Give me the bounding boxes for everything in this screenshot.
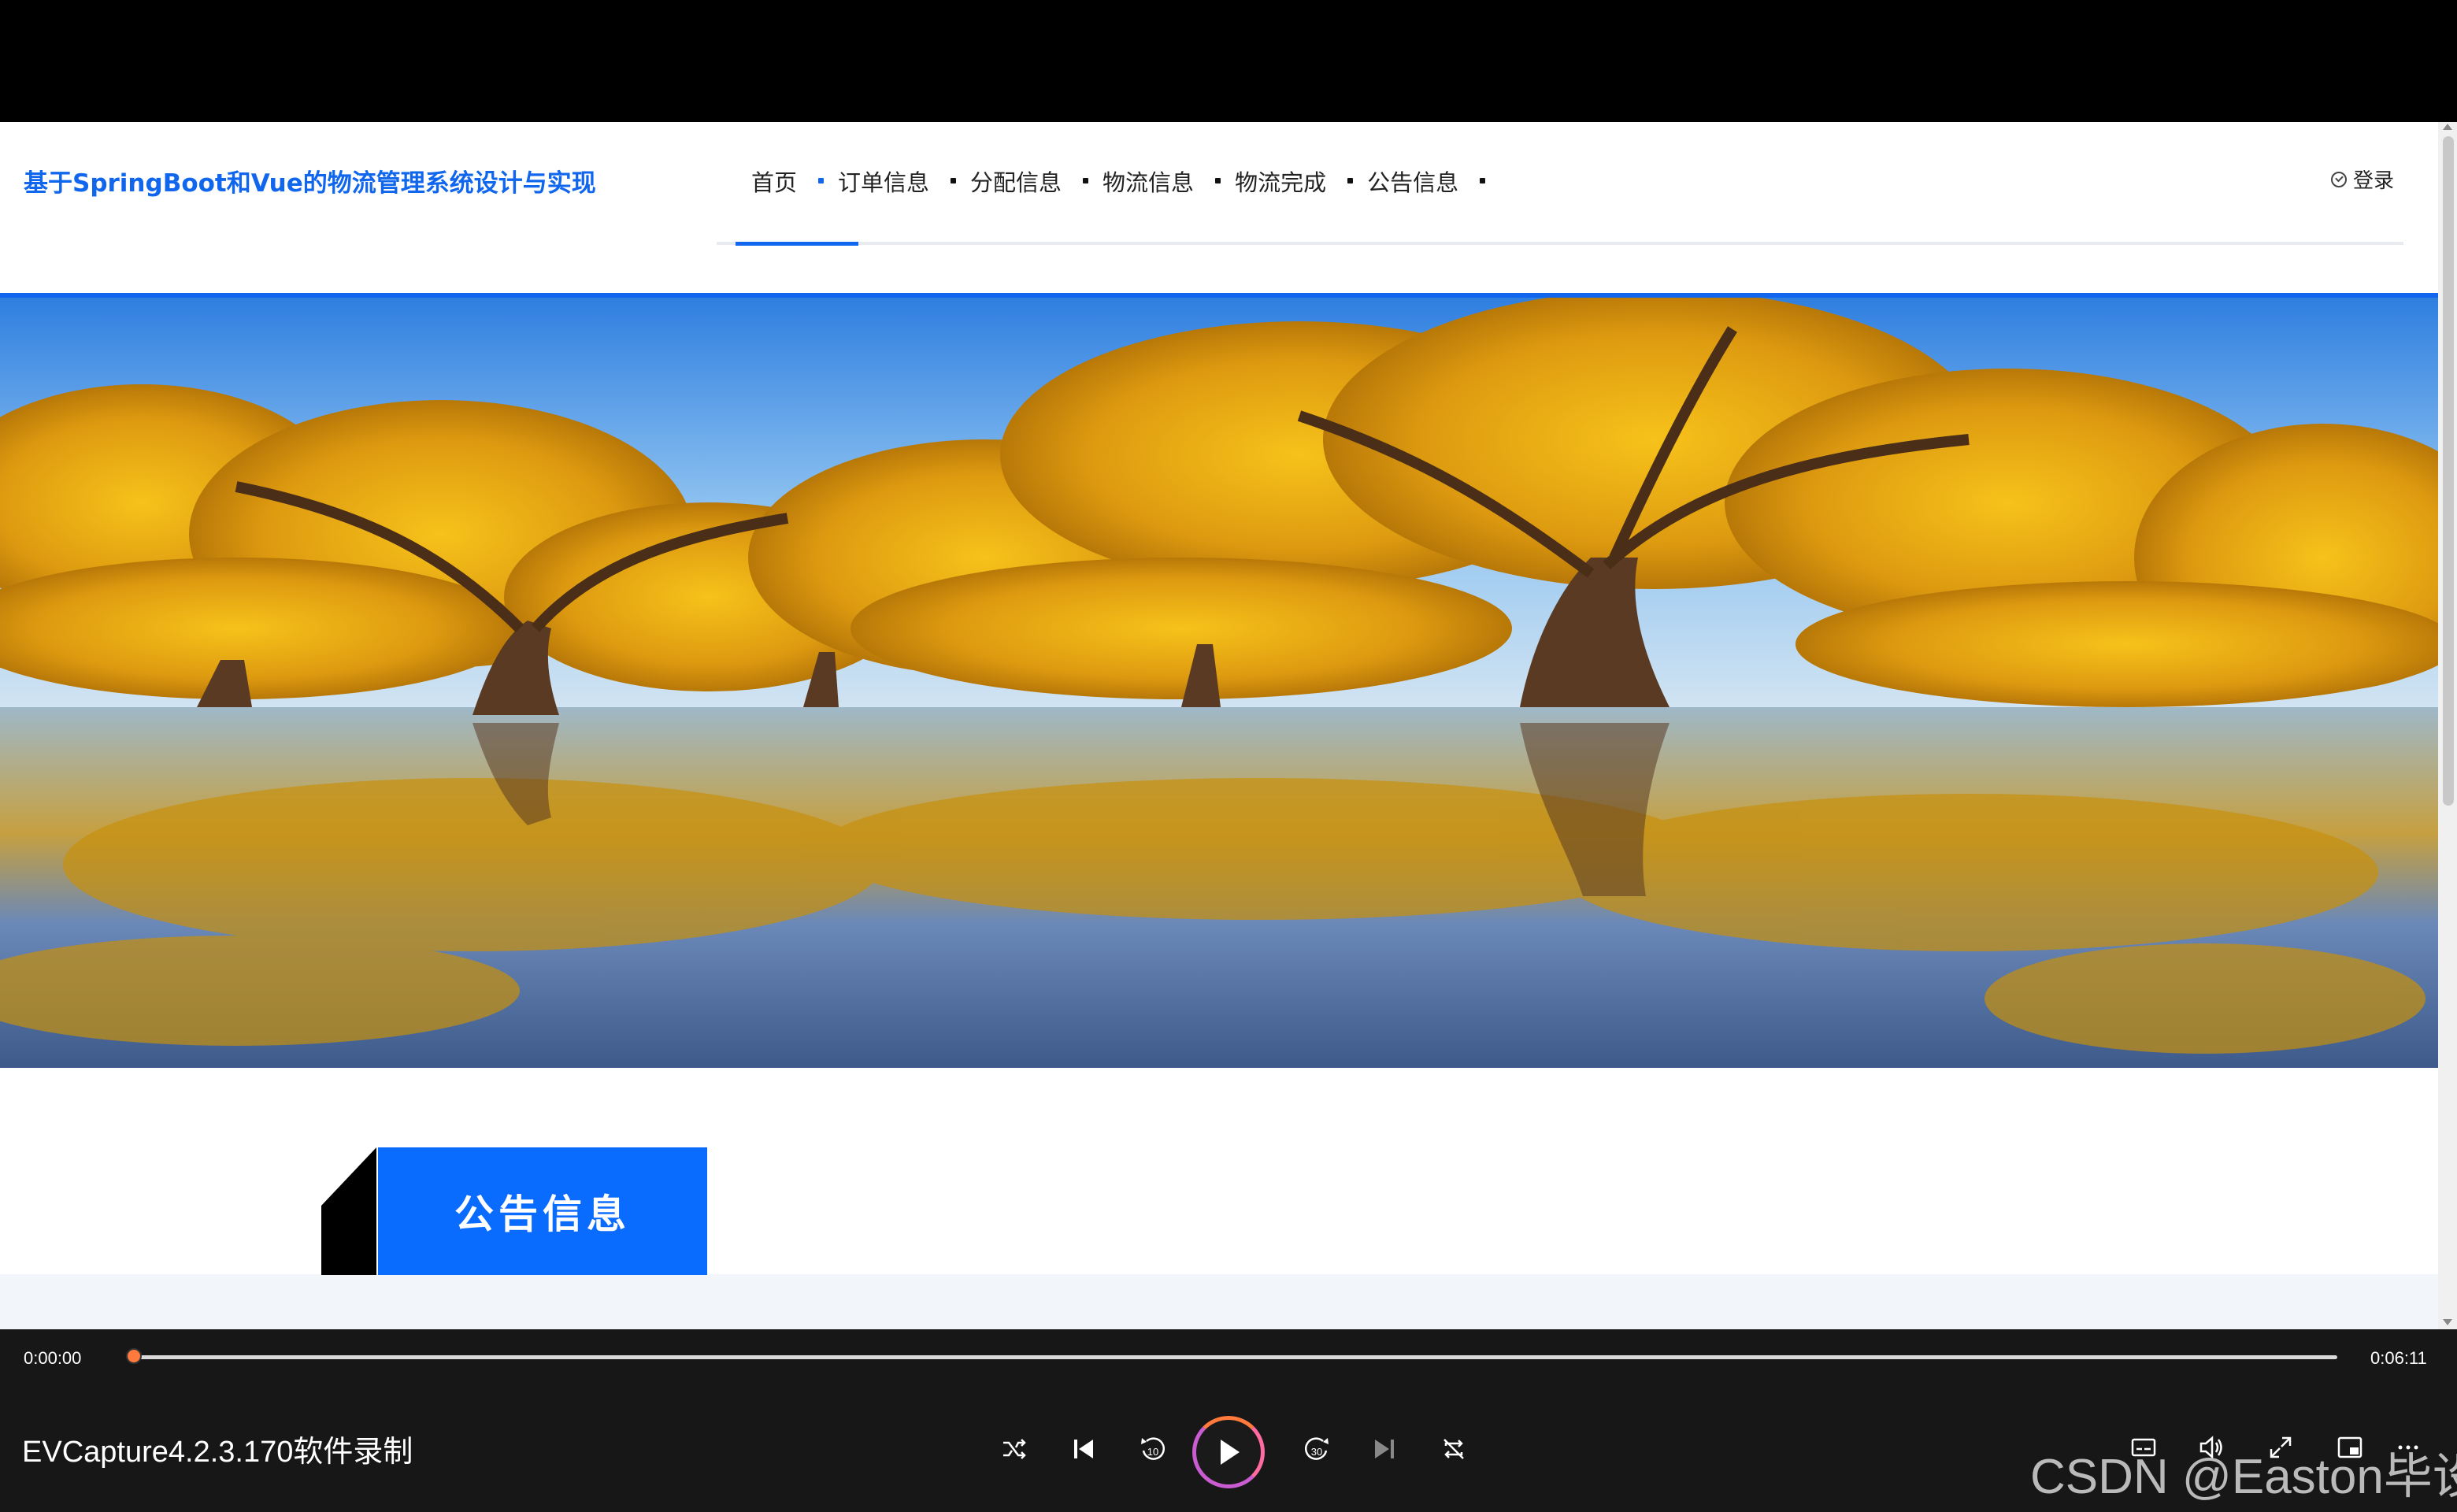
play-button[interactable] xyxy=(1192,1416,1265,1488)
scrollbar-thumb[interactable] xyxy=(2443,136,2454,806)
scroll-down-icon[interactable] xyxy=(2443,1319,2452,1325)
previous-button[interactable] xyxy=(1068,1433,1099,1465)
nav-label: 物流信息 xyxy=(1102,169,1195,196)
nav-underline-track xyxy=(717,242,2403,245)
page-scrollbar[interactable] xyxy=(2438,122,2457,1329)
svg-text:10: 10 xyxy=(1147,1446,1158,1458)
play-icon xyxy=(1221,1440,1240,1465)
media-player-bar: 0:00:00 0:06:11 EVCapture4.2.3.170软件录制 1… xyxy=(0,1329,2457,1512)
total-time: 0:06:11 xyxy=(2370,1348,2427,1368)
nav-item-logistics[interactable]: 物流信息 xyxy=(1082,154,1221,209)
nav-label: 首页 xyxy=(751,169,798,196)
nav-label: 分配信息 xyxy=(970,169,1062,196)
previous-icon xyxy=(1074,1440,1093,1458)
banner-carousel[interactable] xyxy=(0,298,2438,1068)
nav-item-announcements[interactable]: 公告信息 xyxy=(1347,154,1486,209)
rewind-10-icon: 10 xyxy=(1141,1437,1166,1460)
forward-30-button[interactable]: 30 xyxy=(1301,1433,1332,1465)
shuffle-icon xyxy=(1003,1439,1026,1459)
shuffle-button[interactable] xyxy=(999,1433,1030,1465)
nav-item-home[interactable]: 首页 xyxy=(731,154,825,209)
login-label: 登录 xyxy=(2353,169,2395,193)
nav-label: 物流完成 xyxy=(1235,169,1327,196)
login-link[interactable]: 登录 xyxy=(2331,165,2394,194)
current-time: 0:00:00 xyxy=(24,1348,82,1368)
nav-item-allocation[interactable]: 分配信息 xyxy=(950,154,1089,209)
next-icon xyxy=(1375,1440,1394,1458)
scroll-up-icon[interactable] xyxy=(2443,124,2452,130)
progress-track[interactable] xyxy=(132,1355,2337,1359)
next-button[interactable] xyxy=(1369,1433,1400,1465)
main-nav: 首页 订单信息 分配信息 物流信息 物流完成 公告信息 xyxy=(731,154,1486,209)
svg-text:30: 30 xyxy=(1311,1446,1322,1458)
repeat-icon xyxy=(1443,1439,1464,1459)
watermark: CSDN @Easton毕设 xyxy=(2030,1450,2457,1504)
forward-30-icon: 30 xyxy=(1304,1437,1329,1460)
nav-item-orders[interactable]: 订单信息 xyxy=(817,154,957,209)
section-heading: 公告信息 xyxy=(321,1147,707,1275)
nav-label: 公告信息 xyxy=(1367,169,1459,196)
rewind-10-button[interactable]: 10 xyxy=(1137,1433,1169,1465)
nav-label: 订单信息 xyxy=(838,169,930,196)
nav-active-indicator xyxy=(736,242,858,246)
repeat-button[interactable] xyxy=(1438,1433,1469,1465)
section-title: 公告信息 xyxy=(378,1147,707,1275)
nav-separator-dot xyxy=(1480,178,1486,183)
app-title: EVCapture4.2.3.170软件录制 xyxy=(22,1436,413,1469)
banner-image xyxy=(0,298,2438,1068)
browser-viewport: 基于SpringBoot和Vue的物流管理系统设计与实现 首页 订单信息 分配信… xyxy=(0,122,2457,1329)
site-header: 基于SpringBoot和Vue的物流管理系统设计与实现 首页 订单信息 分配信… xyxy=(0,122,2438,293)
check-circle-icon xyxy=(2331,171,2347,187)
section-heading-shadow xyxy=(321,1147,376,1275)
progress-knob[interactable] xyxy=(126,1348,142,1364)
nav-item-completed[interactable]: 物流完成 xyxy=(1214,154,1354,209)
site-title: 基于SpringBoot和Vue的物流管理系统设计与实现 xyxy=(24,169,596,198)
